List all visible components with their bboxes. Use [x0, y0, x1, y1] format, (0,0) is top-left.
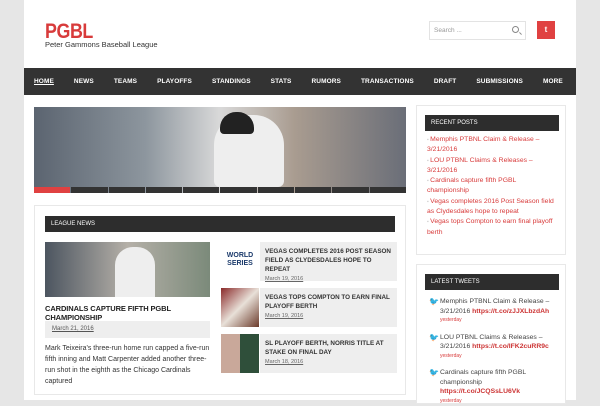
- news-item-title[interactable]: VEGAS TOPS COMPTON TO EARN FINAL PLAYOFF…: [265, 293, 392, 311]
- nav-item-home[interactable]: HOME: [34, 78, 54, 85]
- slider-dot[interactable]: [183, 187, 219, 193]
- slider-dot[interactable]: [295, 187, 331, 193]
- tweet-time[interactable]: yesterday: [440, 316, 557, 326]
- featured-excerpt: Mark Teixeira's three-run home run cappe…: [45, 343, 213, 387]
- nav-item-rumors[interactable]: RUMORS: [311, 78, 341, 85]
- featured-date-link[interactable]: March 21, 2016: [52, 326, 94, 332]
- search-icon[interactable]: [512, 26, 519, 33]
- slider-dot[interactable]: [34, 187, 70, 193]
- tweet-text: Cardinals capture fifth PGBL championshi…: [440, 369, 526, 386]
- tweet: 🐦Memphis PTBNL Claim & Release – 3/21/20…: [417, 297, 565, 326]
- nav-item-news[interactable]: NEWS: [74, 78, 94, 85]
- twitter-icon: t: [545, 25, 548, 34]
- recent-posts-widget: RECENT POSTS Memphis PTBNL Claim & Relea…: [416, 105, 566, 255]
- recent-post-link[interactable]: Vegas tops Compton to earn final playoff…: [427, 217, 555, 238]
- slider-dot[interactable]: [332, 187, 368, 193]
- featured-date: March 21, 2016: [45, 321, 210, 338]
- tweet: 🐦Cardinals capture fifth PGBL championsh…: [417, 368, 565, 406]
- main-nav: HOME NEWS TEAMS PLAYOFFS STANDINGS STATS RUMOR…: [24, 68, 576, 95]
- nav-item-playoffs[interactable]: PLAYOFFS: [157, 78, 192, 85]
- twitter-button[interactable]: t: [537, 21, 555, 39]
- slider-dot[interactable]: [220, 187, 256, 193]
- nav-item-transactions[interactable]: TRANSACTIONS: [361, 78, 414, 85]
- slider-dot[interactable]: [370, 187, 406, 193]
- recent-post-link[interactable]: Cardinals capture fifth PGBL championshi…: [427, 176, 555, 197]
- news-item[interactable]: WORLD SERIES VEGAS COMPLETES 2016 POST S…: [221, 242, 397, 281]
- site-tagline: Peter Gammons Baseball League: [45, 40, 158, 49]
- news-item-date[interactable]: March 19, 2016: [265, 313, 392, 319]
- hero-slider[interactable]: [34, 107, 406, 193]
- page: PGBL Peter Gammons Baseball League Searc…: [24, 0, 576, 400]
- world-series-logo: WORLD SERIES: [221, 242, 259, 281]
- slider-dot[interactable]: [146, 187, 182, 193]
- slider-pagination: [34, 187, 406, 193]
- recent-post-link[interactable]: LOU PTBNL Claims & Releases – 3/21/2016: [427, 156, 555, 177]
- tweet-link[interactable]: https://t.co/IFK2cuRR9c: [472, 343, 549, 350]
- recent-posts-heading: RECENT POSTS: [425, 115, 559, 131]
- tweet-link[interactable]: https://t.co/JCQSsLU6Vk: [440, 388, 520, 395]
- league-news-heading: LEAGUE NEWS: [45, 216, 395, 232]
- tweet-time[interactable]: yesterday: [440, 397, 557, 406]
- tweet-link[interactable]: https://t.co/zJJXLbzdAh: [472, 308, 549, 315]
- news-item-date[interactable]: March 18, 2016: [265, 359, 392, 365]
- news-item[interactable]: VEGAS TOPS COMPTON TO EARN FINAL PLAYOFF…: [221, 288, 397, 327]
- slider-dot[interactable]: [258, 187, 294, 193]
- news-item-title[interactable]: SL PLAYOFF BERTH, NORRIS TITLE AT STAKE …: [265, 339, 392, 357]
- league-news-widget: LEAGUE NEWS CARDINALS CAPTURE FIFTH PGBL…: [34, 205, 406, 395]
- nav-item-stats[interactable]: STATS: [271, 78, 292, 85]
- latest-tweets-widget: LATEST TWEETS 🐦Memphis PTBNL Claim & Rel…: [416, 264, 566, 404]
- news-item-date[interactable]: March 19, 2016: [265, 276, 392, 282]
- search-placeholder: Search ...: [434, 27, 462, 34]
- slider-dot[interactable]: [71, 187, 107, 193]
- recent-post-link[interactable]: Vegas completes 2016 Post Season field a…: [427, 197, 555, 218]
- twitter-bird-icon: 🐦: [429, 333, 440, 362]
- recent-post-link[interactable]: Memphis PTBNL Claim & Release – 3/21/201…: [427, 135, 555, 156]
- news-thumbnail: [221, 288, 259, 327]
- news-item[interactable]: SL PLAYOFF BERTH, NORRIS TITLE AT STAKE …: [221, 334, 397, 373]
- nav-item-standings[interactable]: STANDINGS: [212, 78, 251, 85]
- news-item-title[interactable]: VEGAS COMPLETES 2016 POST SEASON FIELD A…: [265, 247, 392, 274]
- slider-dot[interactable]: [109, 187, 145, 193]
- tweet: 🐦LOU PTBNL Claims & Releases – 3/21/2016…: [417, 333, 565, 362]
- twitter-bird-icon: 🐦: [429, 297, 440, 326]
- nav-item-more[interactable]: MORE: [543, 78, 563, 85]
- search-input[interactable]: Search ...: [429, 21, 526, 40]
- news-thumbnail: [221, 334, 259, 373]
- featured-image[interactable]: [45, 242, 210, 297]
- latest-tweets-heading: LATEST TWEETS: [425, 274, 559, 290]
- nav-item-teams[interactable]: TEAMS: [114, 78, 137, 85]
- twitter-bird-icon: 🐦: [429, 368, 440, 406]
- nav-item-submissions[interactable]: SUBMISSIONS: [476, 78, 523, 85]
- nav-item-draft[interactable]: DRAFT: [434, 78, 457, 85]
- tweet-time[interactable]: yesterday: [440, 352, 557, 362]
- slider-image-helmet: [220, 112, 254, 134]
